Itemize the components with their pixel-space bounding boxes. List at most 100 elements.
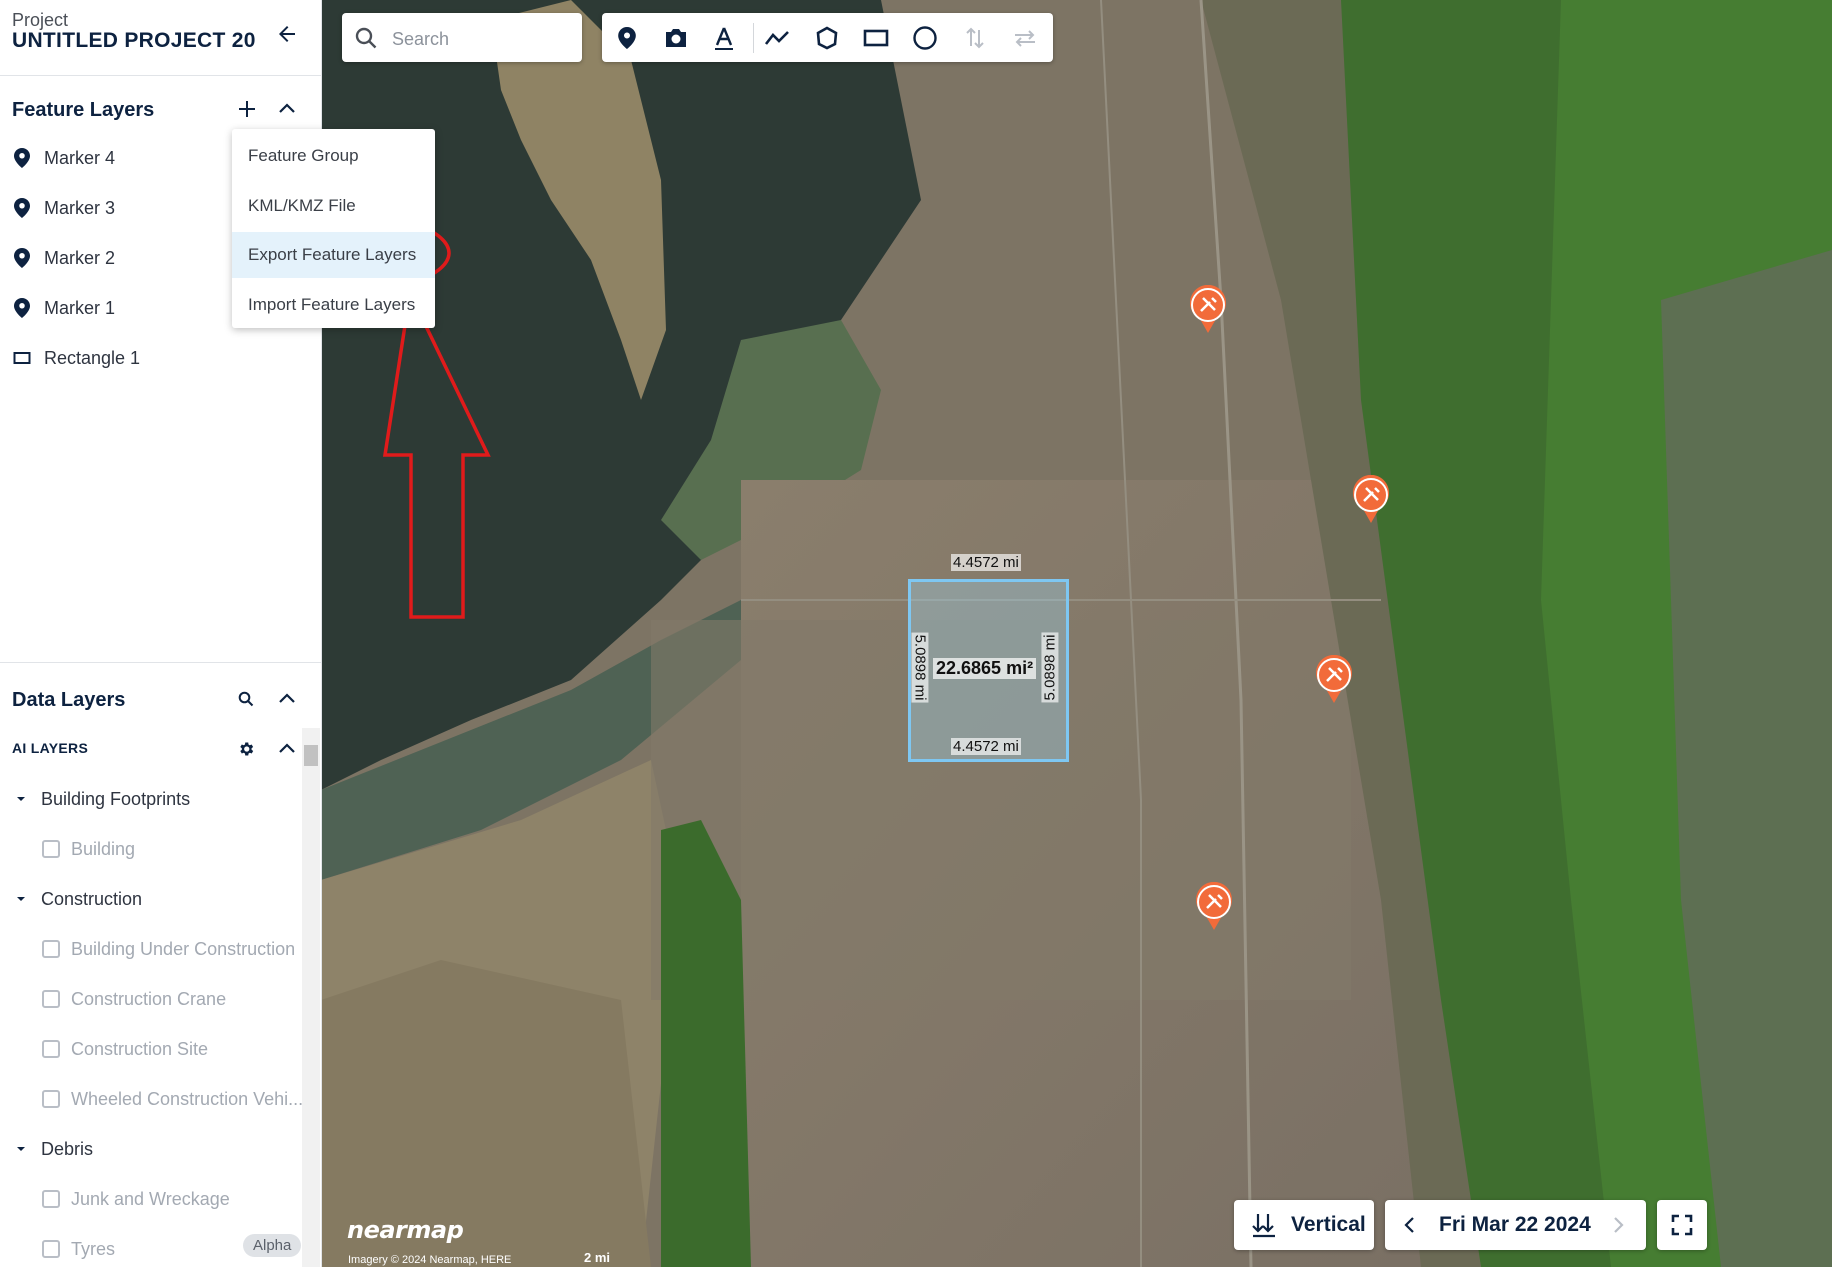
chevron-up-icon [279,693,295,703]
text-tool[interactable] [709,23,739,53]
add-layer-menu: Feature Group KML/KMZ File Export Featur… [232,129,435,328]
layer-checkbox[interactable] [42,1090,60,1108]
menu-item-feature-group[interactable]: Feature Group [232,133,435,179]
imagery-date[interactable]: Fri Mar 22 2024 [1439,1213,1591,1237]
alpha-badge: Alpha [243,1234,302,1257]
feature-layers-title: Feature Layers [12,99,155,121]
fullscreen-icon [1671,1214,1693,1236]
measure-bottom-label: 4.4572 mi [951,738,1021,755]
toolbar-separator [753,23,754,53]
map-pin-tool[interactable] [612,23,642,53]
map-marker-icon[interactable] [1194,881,1234,932]
map-marker-icon[interactable] [1188,284,1228,335]
search-layers-button[interactable] [232,685,260,713]
layer-item[interactable]: Building [0,829,300,869]
camera-tool[interactable] [661,23,691,53]
polygon-tool[interactable] [812,23,842,53]
layer-item-label: Construction Site [71,1038,209,1059]
layer-group-label: Building Footprints [41,788,191,809]
layer-item[interactable]: Building Under Construction [0,929,300,969]
swap-direction-icon [1015,30,1035,47]
layer-item-label: Junk and Wreckage [71,1188,230,1209]
chevron-left-icon[interactable] [1403,1216,1417,1234]
swap-tool[interactable] [1010,23,1040,53]
view-mode-button[interactable]: Vertical [1234,1200,1374,1250]
height-tool[interactable] [960,23,990,53]
feature-layer-label: Marker 3 [44,197,116,218]
gear-icon [240,742,254,756]
sidebar-scrollbar-thumb[interactable] [304,745,318,766]
chevron-right-icon[interactable] [1611,1216,1625,1234]
vertical-view-icon [1252,1214,1275,1238]
layer-item-label: Tyres [71,1238,116,1259]
measure-right-label: 5.0898 mi [1041,632,1059,703]
divider [0,662,321,663]
scale-label: 2 mi [584,1250,611,1265]
map-view[interactable]: nearmap Imagery © 2024 Nearmap, HERE 2 m… [321,0,1832,1267]
feature-layer-label: Marker 1 [44,297,116,318]
fullscreen-button[interactable] [1657,1200,1707,1250]
layer-item[interactable]: Wheeled Construction Vehi... [0,1079,304,1119]
menu-item-import-feature-layers[interactable]: Import Feature Layers [232,282,435,328]
layer-checkbox[interactable] [42,1240,60,1258]
layer-group-debris[interactable]: Debris [0,1129,300,1169]
menu-item-kml-kmz-file[interactable]: KML/KMZ File [232,183,435,229]
layer-checkbox[interactable] [42,1190,60,1208]
date-selector[interactable]: Fri Mar 22 2024 [1385,1200,1646,1250]
menu-item-export-feature-layers[interactable]: Export Feature Layers [232,232,435,278]
collapse-feature-layers-button[interactable] [273,95,301,123]
layer-checkbox[interactable] [42,1040,60,1058]
collapse-ai-layers-button[interactable] [273,735,301,763]
annotation-arrow-icon [382,287,491,619]
map-marker-icon[interactable] [1351,474,1391,525]
view-mode-label: Vertical [1291,1213,1366,1236]
layer-item-label: Wheeled Construction Vehi... [71,1088,304,1109]
map-pin-icon [12,198,32,218]
feature-layer-label: Marker 2 [44,247,116,268]
layer-checkbox[interactable] [42,840,60,858]
layer-group-label: Debris [41,1138,94,1159]
layer-checkbox[interactable] [42,990,60,1008]
layer-item[interactable]: Junk and Wreckage [0,1179,300,1219]
search-box[interactable] [342,13,582,62]
search-icon [355,27,377,49]
sidebar-scrollbar[interactable] [302,728,320,1267]
layer-item[interactable]: Construction Crane [0,979,300,1019]
project-title[interactable]: UNTITLED PROJECT 20 [12,29,256,53]
divider [0,75,321,76]
caret-down-icon [17,797,25,801]
height-measure-icon [966,27,984,49]
search-icon [238,691,254,707]
project-label: Project [12,10,69,30]
map-pin-icon [12,148,32,168]
feature-layer-item[interactable]: Rectangle 1 [0,336,321,380]
map-pin-icon [12,298,32,318]
layer-group-label: Construction [41,888,143,909]
rectangle-tool[interactable] [861,23,891,53]
measure-left-label: 5.0898 mi [911,632,929,703]
layer-checkbox[interactable] [42,940,60,958]
caret-down-icon [17,897,25,901]
imagery-attribution: Imagery © 2024 Nearmap, HERE [348,1254,512,1266]
circle-tool[interactable] [910,23,940,53]
map-marker-icon[interactable] [1314,654,1354,705]
chevron-up-icon [279,103,295,113]
annotation-overlay [321,210,491,619]
rectangle-icon [863,29,889,47]
plus-icon [239,101,255,117]
layer-group-construction[interactable]: Construction [0,879,300,919]
layer-item[interactable]: Construction Site [0,1029,300,1069]
polyline-tool[interactable] [762,23,792,53]
layer-group-building-footprints[interactable]: Building Footprints [0,779,300,819]
search-input[interactable] [390,25,574,53]
data-layers-title: Data Layers [12,689,126,711]
ai-layers-heading: AI LAYERS [12,740,89,756]
add-layer-button[interactable] [233,95,261,123]
rectangle-icon [12,348,32,368]
layer-item-label: Building Under Construction [71,938,296,959]
ai-layers-settings-button[interactable] [232,735,260,763]
collapse-data-layers-button[interactable] [273,685,301,713]
chevron-up-icon [279,743,295,753]
back-arrow-icon[interactable] [275,22,299,46]
text-annotation-icon [715,27,733,50]
